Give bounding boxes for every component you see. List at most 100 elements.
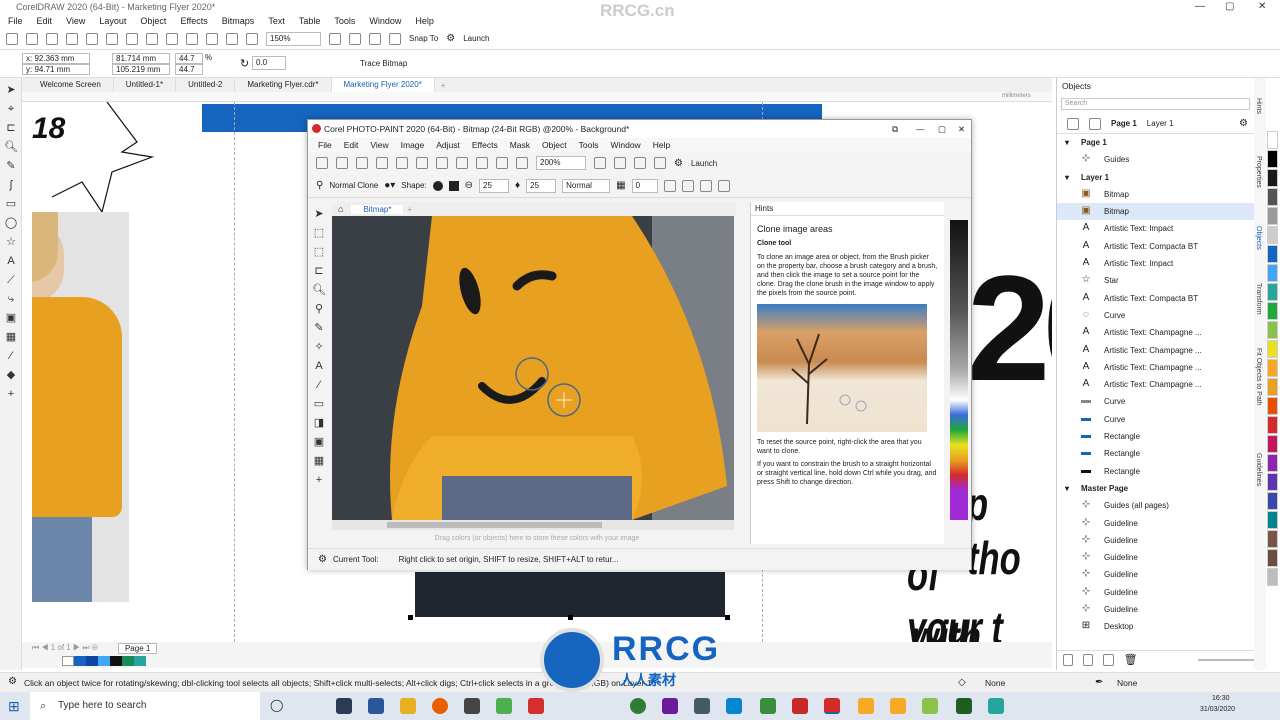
parallel-dimension-icon[interactable]: ⟋ <box>4 273 18 287</box>
undo-icon[interactable] <box>166 32 178 45</box>
pp-crop-tool-icon[interactable]: ⊏ <box>312 264 326 278</box>
palette-swatch[interactable] <box>1267 245 1278 263</box>
palette-swatch[interactable] <box>1267 340 1278 358</box>
pp-brush-tool-icon[interactable]: ✎ <box>312 321 326 335</box>
y-position-field[interactable]: y: 94.71 mm <box>22 64 90 75</box>
freehand-tool-icon[interactable]: ✎ <box>4 159 18 173</box>
new-icon[interactable] <box>6 32 18 45</box>
menu-view[interactable]: View <box>66 16 85 26</box>
scale-x-field[interactable]: 44.7 <box>175 53 203 64</box>
palette-swatch[interactable] <box>1267 188 1278 206</box>
menu-effects[interactable]: Effects <box>180 16 207 26</box>
swatch[interactable] <box>122 656 134 666</box>
pp-effect-tool-icon[interactable]: ✧ <box>312 340 326 354</box>
swatch[interactable] <box>86 656 98 666</box>
page-nav-controls[interactable]: ⏮ ◀ 1 of 1 ▶ ⏭ ⊕ <box>22 643 98 653</box>
feather-field[interactable]: 0 <box>631 178 658 193</box>
objects-tree-item[interactable]: ▬ Rectangle <box>1057 463 1254 480</box>
horizontal-ruler[interactable]: millimeters <box>22 92 1052 102</box>
tab-welcome-screen[interactable]: Welcome Screen <box>22 78 114 92</box>
pp-add-tool-icon[interactable]: + <box>312 473 326 487</box>
anti-alias-icon[interactable] <box>663 179 676 192</box>
tab-marketing-flyer-2020[interactable]: Marketing Flyer 2020* <box>331 78 435 92</box>
pp-menu-view[interactable]: View <box>370 140 388 150</box>
objects-tree-group[interactable]: ▾ Master Page <box>1057 480 1254 497</box>
objects-tree-item[interactable]: A Artistic Text: Compacta BT <box>1057 290 1254 307</box>
outline-pen-icon[interactable]: ✒ <box>1095 677 1103 688</box>
swatch[interactable] <box>74 656 86 666</box>
text-tool-icon[interactable]: A <box>4 254 18 268</box>
palette-swatch[interactable] <box>1267 549 1278 567</box>
tab-fit-objects-to-path[interactable]: Fit Objects to Path <box>1255 348 1262 406</box>
chrome-icon[interactable] <box>630 698 646 714</box>
objects-tree-item[interactable]: ⊹ Guideline <box>1057 549 1254 566</box>
grid-icon[interactable] <box>369 32 381 45</box>
print-icon[interactable] <box>86 32 98 45</box>
menu-layout[interactable]: Layout <box>99 16 126 26</box>
clone-mode-select[interactable]: Normal Clone <box>329 181 378 190</box>
objects-tree-item[interactable]: ⊹ Guideline <box>1057 515 1254 532</box>
taskbar-app-icon[interactable] <box>956 698 972 714</box>
h-scrollbar-thumb[interactable] <box>387 522 602 528</box>
pp-mask-icon[interactable] <box>654 157 666 169</box>
x-position-field[interactable]: x: 92.363 mm <box>22 53 90 64</box>
palette-swatch[interactable] <box>1267 321 1278 339</box>
maximize-button[interactable]: ▢ <box>1225 0 1234 14</box>
selection-handle[interactable] <box>725 615 730 620</box>
new-layer-icon[interactable] <box>1063 653 1074 666</box>
pp-copy-icon[interactable] <box>416 157 428 169</box>
objects-tree-item[interactable]: ⊹ Guideline <box>1057 584 1254 601</box>
swatch[interactable] <box>62 656 74 666</box>
scale-y-field[interactable]: 44.7 <box>175 64 203 75</box>
objects-tree-group[interactable]: ▾ Page 1 <box>1057 134 1254 151</box>
pp-restore-icon[interactable]: ⧉ <box>892 120 898 138</box>
windows-start-icon[interactable]: ⊞ <box>8 698 20 715</box>
pp-menu-help[interactable]: Help <box>653 140 670 150</box>
word-icon[interactable] <box>368 698 384 714</box>
objects-tree-item[interactable]: ⊹ Guideline <box>1057 601 1254 618</box>
objects-tree-item[interactable]: ▣ Bitmap <box>1057 203 1254 221</box>
pp-menu-file[interactable]: File <box>318 140 332 150</box>
pick-tool-icon[interactable]: ➤ <box>4 83 18 97</box>
tab-untitled-2[interactable]: Untitled-2 <box>176 78 236 92</box>
big-number-text[interactable]: 20 <box>967 242 1052 415</box>
objects-tree-item[interactable]: ⊹ Guideline <box>1057 532 1254 549</box>
ellipse-tool-icon[interactable]: ◯ <box>4 216 18 230</box>
palette-swatch[interactable] <box>1267 169 1278 187</box>
pp-menu-window[interactable]: Window <box>610 140 640 150</box>
export-icon[interactable] <box>226 32 238 45</box>
full-screen-icon[interactable] <box>329 32 341 45</box>
menu-window[interactable]: Window <box>369 16 401 26</box>
taskbar-app-icon[interactable] <box>694 698 710 714</box>
selection-handle[interactable] <box>568 615 573 620</box>
menu-tools[interactable]: Tools <box>334 16 355 26</box>
pp-zoom-tool-icon[interactable]: 🔍︎ <box>312 283 326 297</box>
palette-swatch[interactable] <box>1267 150 1278 168</box>
pp-add-tab-icon[interactable]: + <box>403 205 412 214</box>
palette-swatch[interactable] <box>1267 530 1278 548</box>
palette-swatch[interactable] <box>1267 283 1278 301</box>
taskbar-app-icon[interactable] <box>726 698 742 714</box>
star-shape[interactable] <box>42 102 162 222</box>
selected-bitmap[interactable] <box>415 572 725 617</box>
taskbar-app-icon[interactable] <box>464 698 480 714</box>
square-shape-button[interactable] <box>448 180 459 191</box>
menu-object[interactable]: Object <box>140 16 166 26</box>
round-shape-button[interactable] <box>432 180 443 191</box>
menu-text[interactable]: Text <box>268 16 285 26</box>
height-field[interactable]: 105.219 mm <box>112 64 170 75</box>
crop-tool-icon[interactable]: ⊏ <box>4 121 18 135</box>
minimize-button[interactable]: — <box>1195 0 1205 14</box>
pp-paste-icon[interactable] <box>436 157 448 169</box>
pp-options-gear-icon[interactable]: ⚙ <box>674 158 683 169</box>
objects-tree-item[interactable]: A Artistic Text: Impact <box>1057 220 1254 237</box>
menu-edit[interactable]: Edit <box>37 16 53 26</box>
pp-redo-icon[interactable] <box>476 157 488 169</box>
file-explorer-icon[interactable] <box>400 698 416 714</box>
zoom-select[interactable]: 150% <box>266 31 321 46</box>
selection-handle[interactable] <box>408 615 413 620</box>
pp-rect-tool-icon[interactable]: ▭ <box>312 397 326 411</box>
brush-preset-icon[interactable]: ●▾ <box>384 180 395 191</box>
taskbar-app-icon[interactable] <box>662 698 678 714</box>
trace-bitmap-button[interactable]: Trace Bitmap <box>360 59 407 68</box>
